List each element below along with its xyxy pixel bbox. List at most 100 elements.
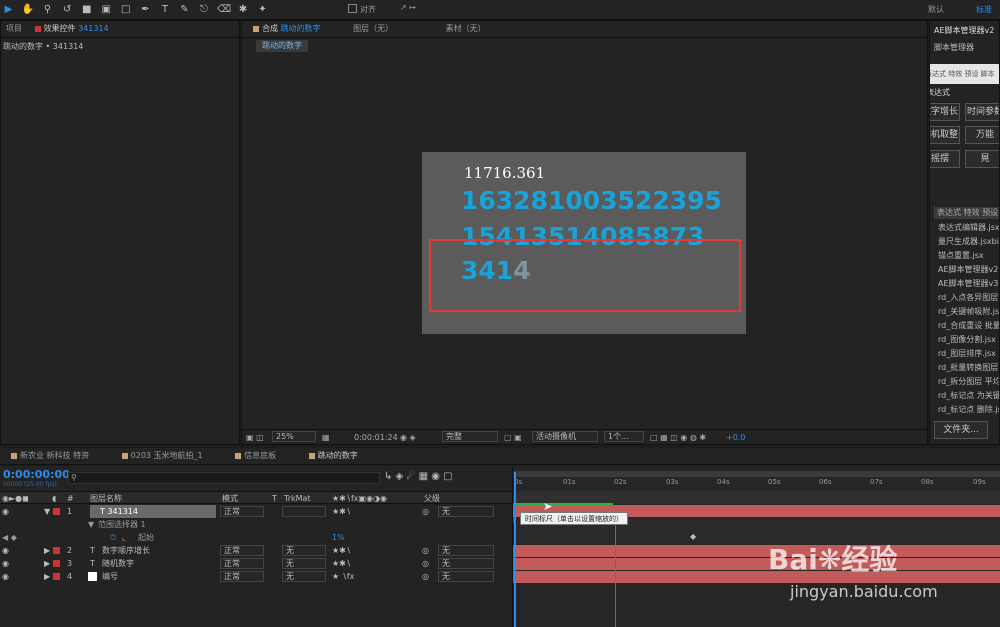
trkmat-dropdown[interactable]: 无 <box>282 571 326 582</box>
script-btn-0[interactable]: 数字增长 <box>930 103 960 121</box>
twirl-right-icon[interactable]: ▶ <box>44 557 50 570</box>
timeline-timecode[interactable]: 0:00:00:00 <box>3 468 70 481</box>
parent-dropdown[interactable]: 无 <box>438 545 494 556</box>
layer-row[interactable]: ◉ ▶ 2 T 数字顺序增长 正常 无 ★✱∖ ◎ 无 <box>0 544 512 557</box>
script-list-item[interactable]: AE脚本管理器v3 <box>934 277 999 291</box>
hand-tool-icon[interactable]: ✋ <box>22 3 35 16</box>
current-time[interactable]: 0:00:01:24 <box>354 430 398 446</box>
layer-switches-icon[interactable]: ★✱∖ <box>332 544 351 557</box>
blend-mode-dropdown[interactable]: 正常 <box>220 571 264 582</box>
zoom-dropdown[interactable]: 25% <box>272 431 316 442</box>
workspace-standard[interactable]: 标准 <box>976 4 992 15</box>
layer-switches-icon[interactable]: ★✱∖ <box>332 505 351 518</box>
tab-project[interactable]: 项目 <box>1 21 27 37</box>
views-dropdown[interactable]: 1个... <box>604 431 644 442</box>
timeline-switches-icon[interactable]: ↳ ◈ ☄ ▦ ◉ ▢ <box>384 471 504 482</box>
label-color-icon[interactable] <box>53 547 60 554</box>
timeline-tab[interactable]: 0203 玉米地航拍_1 <box>117 448 208 464</box>
blend-mode-dropdown[interactable]: 正常 <box>220 558 264 569</box>
grid-icon[interactable]: ▦ <box>322 430 330 446</box>
script-btn-4[interactable]: 摇摆 <box>930 150 960 168</box>
script-list-item[interactable]: rd_关键帧吸附.jsx <box>934 305 999 319</box>
trkmat-dropdown[interactable]: 无 <box>282 545 326 556</box>
layer-track-2[interactable] <box>513 545 1000 557</box>
visibility-eye-icon[interactable]: ◉ <box>2 570 9 583</box>
rectangle-tool-icon[interactable]: □ <box>119 3 132 16</box>
script-list-item[interactable]: 量尺生成器.jsxbin <box>934 235 999 249</box>
offset-value[interactable]: 1% <box>332 531 345 544</box>
stopwatch-icon[interactable]: ⏱ <box>110 531 116 544</box>
viewer-options-icon[interactable]: ▣ ◫ <box>246 433 264 442</box>
script-list-item[interactable]: rd_标记点 为关键 <box>934 389 999 403</box>
quality-dropdown[interactable]: 完整 <box>442 431 498 442</box>
zoom-tool-icon[interactable]: ⚲ <box>41 3 54 16</box>
brush-tool-icon[interactable]: ✎ <box>178 3 191 16</box>
workspace-default[interactable]: 默认 <box>928 4 944 15</box>
twirl-right-icon[interactable]: ▶ <box>44 570 50 583</box>
tab-footage[interactable]: 素材（无） <box>441 21 491 37</box>
tab-composition[interactable]: 合成 跳动的数字 <box>248 21 326 37</box>
layer-name[interactable]: 数字顺序增长 <box>102 544 150 557</box>
work-area-bar[interactable] <box>513 471 1000 477</box>
layer-name-selected[interactable]: T 341314 <box>90 505 216 518</box>
visibility-eye-icon[interactable]: ◉ <box>2 557 9 570</box>
twirl-right-icon[interactable]: ▶ <box>44 544 50 557</box>
script-category-tabs[interactable]: 表达式 特效 预设 脚本 <box>930 64 999 84</box>
label-color-icon[interactable] <box>53 573 60 580</box>
region-icon[interactable]: ▢ ▣ <box>504 430 522 446</box>
selection-tool-icon[interactable]: ▶ <box>2 3 15 16</box>
twirl-down-icon[interactable]: ▼ <box>44 505 50 518</box>
clone-tool-icon[interactable]: ⎋ <box>197 3 210 16</box>
rotate-tool-icon[interactable]: ↺ <box>61 3 74 16</box>
exposure-value[interactable]: +0.0 <box>726 430 745 446</box>
pickwhip-icon[interactable]: ◎ <box>422 505 429 518</box>
pen-tool-icon[interactable]: ✒ <box>139 3 152 16</box>
parent-dropdown[interactable]: 无 <box>438 506 494 517</box>
layer-search-input[interactable]: ⚲ <box>68 472 380 484</box>
parent-dropdown[interactable]: 无 <box>438 571 494 582</box>
script-btn-1[interactable]: 时间参数 <box>965 103 999 121</box>
puppet-tool-icon[interactable]: ✦ <box>256 3 269 16</box>
pan-behind-tool-icon[interactable]: ▣ <box>100 3 113 16</box>
eraser-tool-icon[interactable]: ⌫ <box>217 3 231 16</box>
parent-dropdown[interactable]: 无 <box>438 558 494 569</box>
folder-button[interactable]: 文件夹... <box>934 421 988 439</box>
camera-tool-icon[interactable]: ■ <box>80 3 93 16</box>
trkmat-dropdown[interactable]: 无 <box>282 558 326 569</box>
graph-icon[interactable]: ⌞ <box>122 531 126 544</box>
roto-tool-icon[interactable]: ✱ <box>237 3 250 16</box>
layer-row[interactable]: ◉ ▼ 1 T 341314 正常 ★✱∖ ◎ 无 <box>0 505 512 518</box>
script-list-item[interactable]: rd_拆分图层 平均 <box>934 375 999 389</box>
layer-name[interactable]: 编号 <box>102 570 118 583</box>
current-time-indicator[interactable] <box>514 472 516 627</box>
pickwhip-icon[interactable]: ◎ <box>422 557 429 570</box>
script-list-item[interactable]: AE脚本管理器v2 <box>934 263 999 277</box>
script-list-item[interactable]: 表达式编辑器.jsx <box>934 221 999 235</box>
blend-mode-dropdown[interactable]: 正常 <box>220 545 264 556</box>
script-list-item[interactable]: rd_合成重设 批量 <box>934 319 999 333</box>
pickwhip-icon[interactable]: ◎ <box>422 544 429 557</box>
keyframe-icon[interactable]: ◆ <box>690 532 696 541</box>
layer-row[interactable]: ◉ ▶ 4 编号 正常 无 ★ ∖fx ◎ 无 <box>0 570 512 583</box>
active-comp-chip[interactable]: 跳动的数字 <box>256 40 308 52</box>
timeline-tab[interactable]: 新农业 新科技 特资 <box>6 448 94 464</box>
script-list-item[interactable]: rd_图像分割.jsx <box>934 333 999 347</box>
script-list-item[interactable]: rd_标记点 删除.js <box>934 403 999 417</box>
label-color-icon[interactable] <box>53 508 60 515</box>
layer-row[interactable]: ◉ ▶ 3 T 随机数字 正常 无 ★✱∖ ◎ 无 <box>0 557 512 570</box>
script-btn-5[interactable]: 晃 <box>965 150 999 168</box>
trkmat-dropdown[interactable] <box>282 506 326 517</box>
range-selector-row[interactable]: ▼ 范围选择器 1 <box>0 518 512 531</box>
offset-property-row[interactable]: ◀ ◆ ⏱ ⌞ 起始 1% <box>0 531 512 544</box>
layer-switches-fx-icon[interactable]: ★ ∖fx <box>332 570 354 583</box>
script-list-item[interactable]: rd_图层排序.jsx <box>934 347 999 361</box>
visibility-eye-icon[interactable]: ◉ <box>2 544 9 557</box>
snap-checkbox[interactable] <box>348 4 357 13</box>
timeline-tab[interactable]: 信息底板 <box>230 448 281 464</box>
twirl-down-icon[interactable]: ▼ <box>88 518 94 531</box>
keyframe-nav-icon[interactable]: ◀ ◆ <box>2 531 17 544</box>
view-toggles-icon[interactable]: □ ▦ ◫ ◉ ◍ ✱ <box>650 430 706 446</box>
blend-mode-dropdown[interactable]: 正常 <box>220 506 264 517</box>
timeline-tab-active[interactable]: 跳动的数字 <box>304 448 363 464</box>
pickwhip-icon[interactable]: ◎ <box>422 570 429 583</box>
